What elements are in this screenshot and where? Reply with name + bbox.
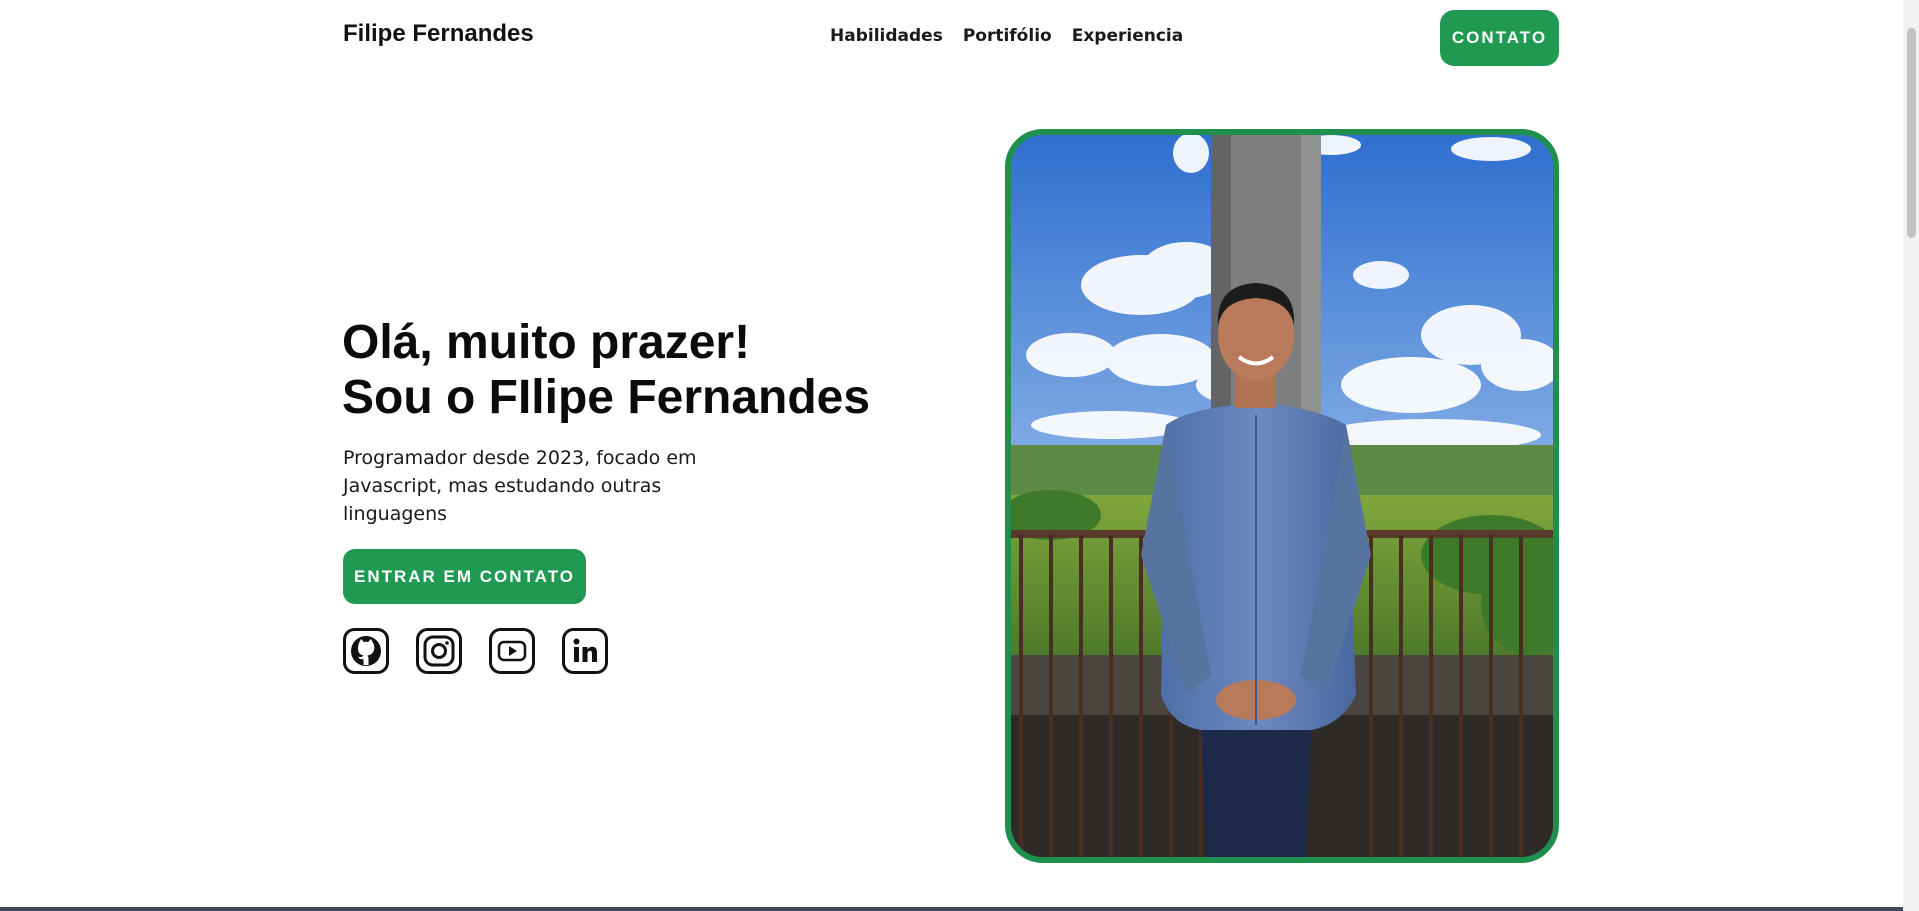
get-in-touch-button[interactable]: ENTRAR EM CONTATO bbox=[343, 549, 586, 604]
nav-portifolio[interactable]: Portifólio bbox=[963, 26, 1052, 46]
hero-title-line-2: Sou o FIlipe Fernandes bbox=[342, 371, 871, 424]
nav-habilidades[interactable]: Habilidades bbox=[830, 26, 943, 46]
social-links bbox=[343, 628, 608, 674]
scrollbar-thumb[interactable] bbox=[1907, 28, 1916, 238]
site-logo[interactable]: Filipe Fernandes bbox=[343, 20, 534, 48]
main-nav: Habilidades Portifólio Experiencia bbox=[830, 26, 1183, 46]
site-header: Filipe Fernandes Habilidades Portifólio … bbox=[0, 0, 1903, 75]
linkedin-icon[interactable] bbox=[562, 628, 608, 674]
section-divider bbox=[0, 907, 1903, 911]
contact-button[interactable]: CONTATO bbox=[1440, 10, 1559, 66]
hero-subtitle: Programador desde 2023, focado em Javasc… bbox=[343, 447, 697, 525]
github-icon[interactable] bbox=[343, 628, 389, 674]
instagram-icon[interactable] bbox=[416, 628, 462, 674]
nav-experiencia[interactable]: Experiencia bbox=[1072, 26, 1184, 46]
hero-title: Olá, muito prazer! Sou o FIlipe Fernande… bbox=[342, 315, 870, 425]
profile-photo-illustration bbox=[1011, 135, 1553, 857]
hero-title-line-1: Olá, muito prazer! bbox=[342, 316, 751, 369]
youtube-icon[interactable] bbox=[489, 628, 535, 674]
page-scrollbar[interactable] bbox=[1903, 0, 1919, 911]
profile-photo bbox=[1005, 129, 1559, 863]
